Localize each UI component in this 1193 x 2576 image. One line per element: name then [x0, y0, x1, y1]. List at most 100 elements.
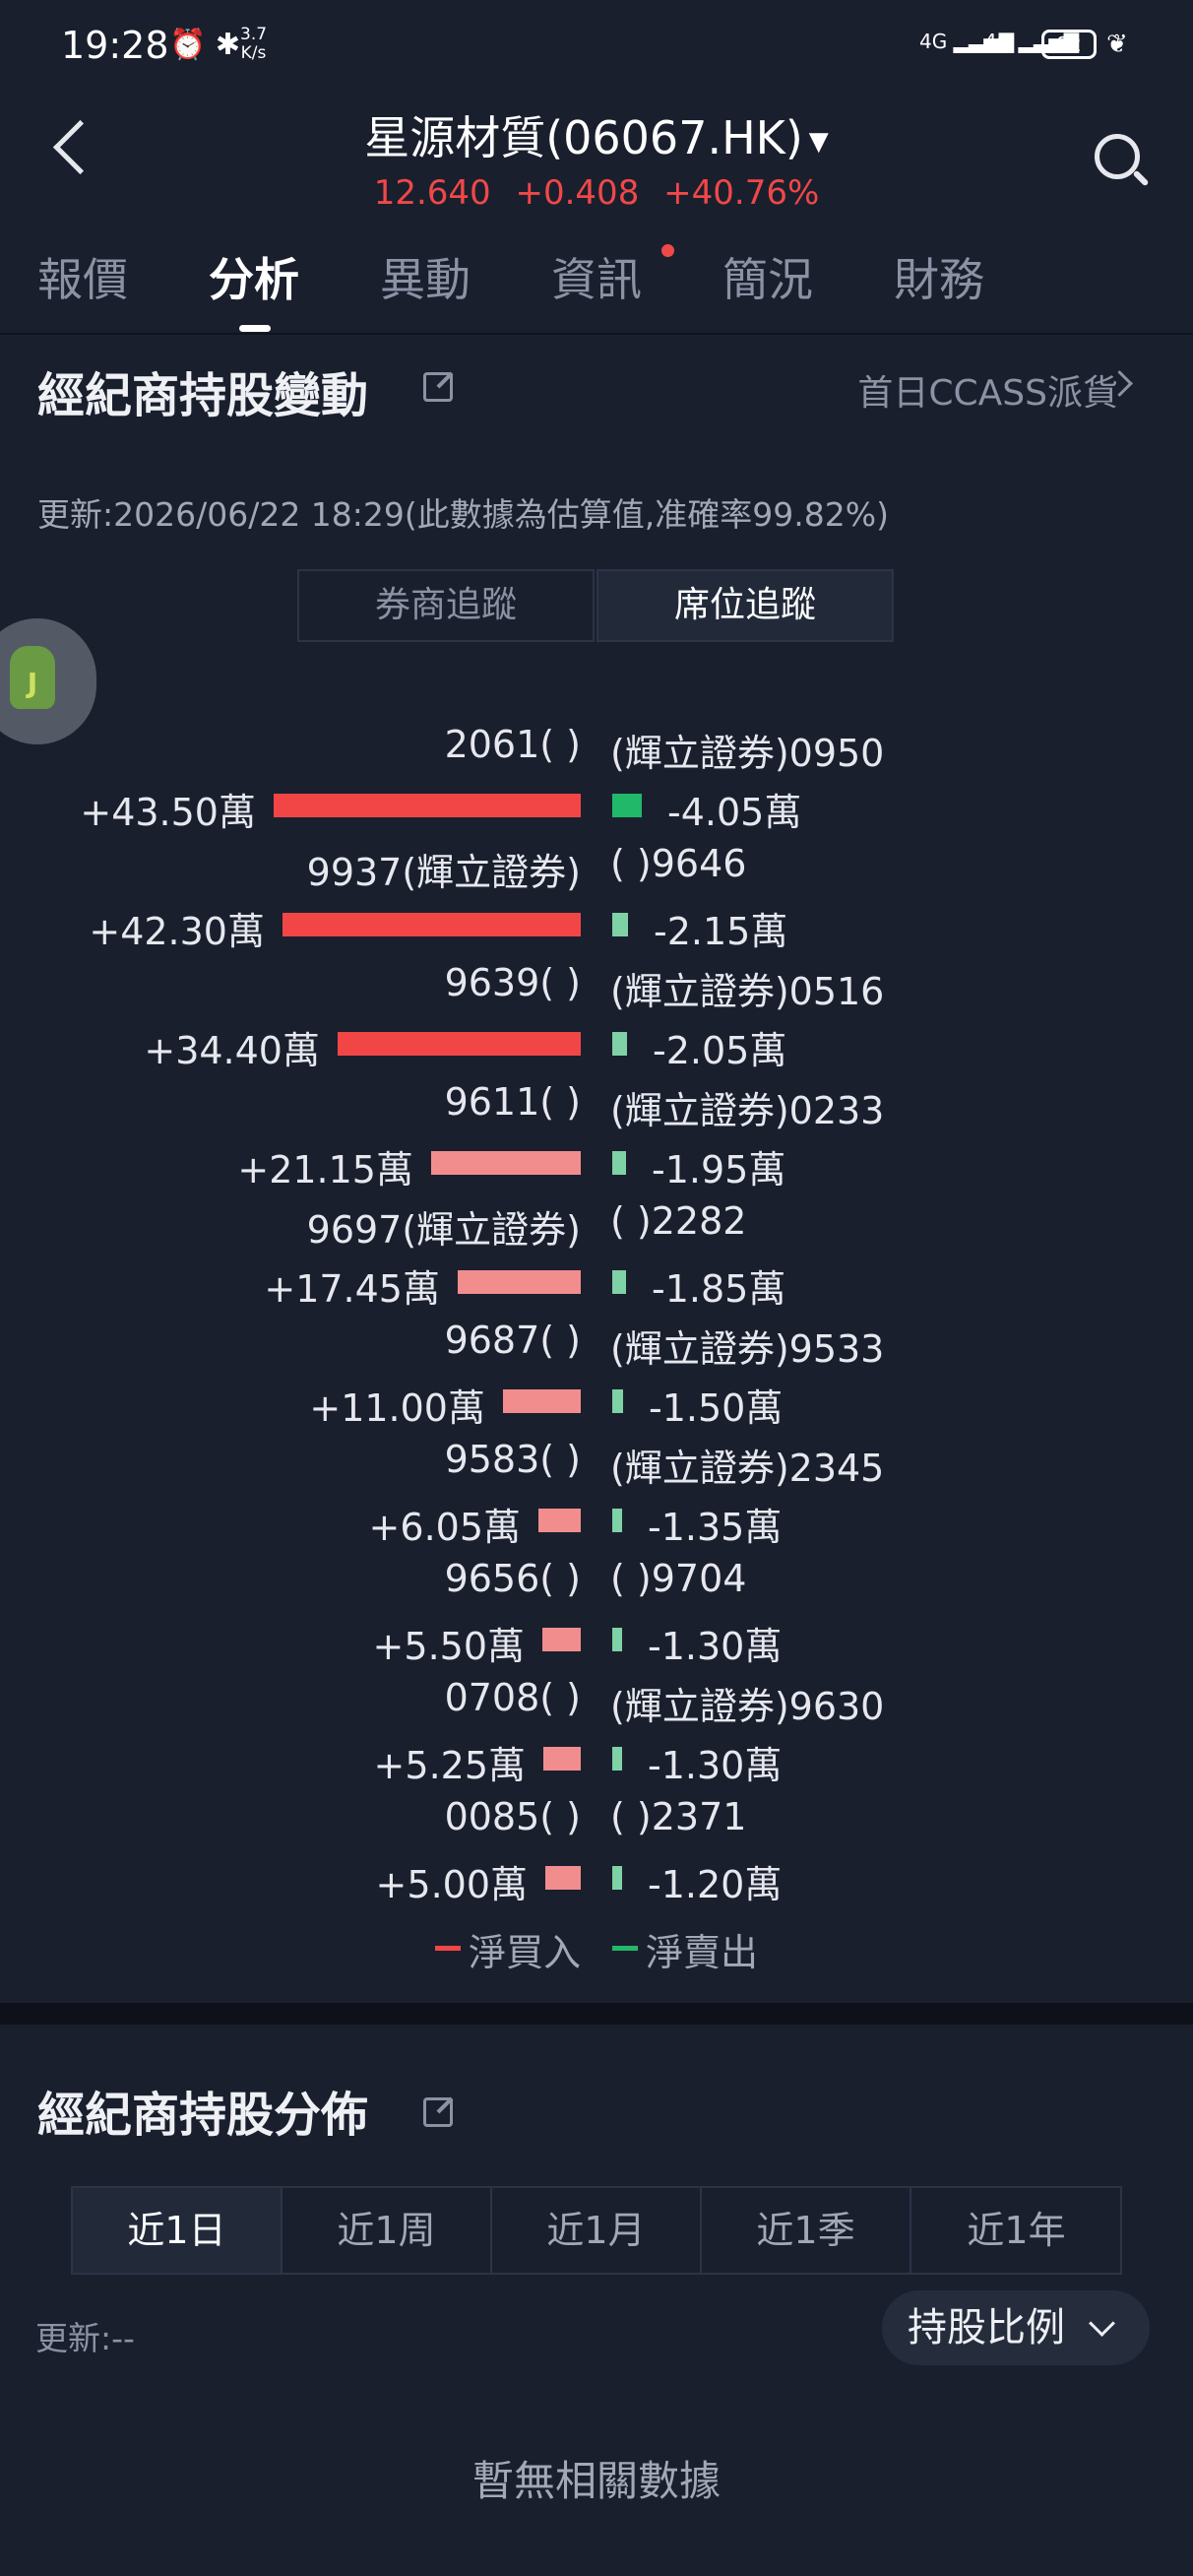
period-1d[interactable]: 近1日	[73, 2188, 283, 2273]
stock-quote: 12.640 +0.408 +40.76%	[0, 173, 1193, 213]
sell-broker-label[interactable]: (輝立證券)9630	[610, 1676, 884, 1730]
buy-bar	[458, 1270, 581, 1294]
buy-value: +11.00萬	[309, 1386, 485, 1430]
period-1m[interactable]: 近1月	[492, 2188, 702, 2273]
buy-value: +5.00萬	[375, 1863, 528, 1906]
status-bar: 19:28 ⏰ ✱ 3.7 K/s 4G ▂▃▅▇ 4G ▂▃▅▇ 92 ❦	[0, 0, 1193, 98]
sell-broker-label[interactable]: (輝立證券)9533	[610, 1319, 884, 1373]
tab-quote[interactable]: 報價	[37, 244, 128, 309]
legend-sell-label: 淨賣出	[646, 1931, 759, 1974]
sell-broker-label[interactable]: (輝立證券)0950	[610, 723, 884, 777]
stock-title[interactable]: 星源材質(06067.HK) ▼	[0, 102, 1193, 167]
network-speed: 3.7 K/s	[240, 26, 267, 63]
period-1w[interactable]: 近1周	[283, 2188, 492, 2273]
buy-broker-label[interactable]: 9937(輝立證券)	[0, 842, 581, 896]
active-tab-indicator	[239, 325, 271, 332]
sell-broker-label[interactable]: (輝立證券)2345	[610, 1438, 884, 1492]
battery-icon: 92	[1041, 30, 1097, 59]
period-selector: 近1日 近1周 近1月 近1季 近1年	[71, 2186, 1122, 2275]
buy-bar	[283, 913, 581, 936]
buy-broker-label[interactable]: 9687( )	[0, 1319, 581, 1362]
stock-title-text: 星源材質(06067.HK)	[364, 111, 803, 164]
buy-broker-label[interactable]: 0085( )	[0, 1795, 581, 1838]
sell-broker-label[interactable]: ( )9704	[610, 1557, 746, 1600]
tab-bar: 報價 分析 異動 資訊 簡況 財務	[0, 244, 1193, 333]
sell-value: -1.85萬	[652, 1267, 786, 1311]
buy-value: +34.40萬	[144, 1029, 320, 1072]
sell-value: -1.30萬	[648, 1625, 783, 1668]
buy-broker-label[interactable]: 9583( )	[0, 1438, 581, 1481]
sell-bar	[612, 1509, 622, 1532]
stock-change-pct: +40.76%	[663, 173, 820, 213]
sell-value: -2.15萬	[654, 910, 788, 953]
buy-bar	[503, 1389, 581, 1413]
buy-bar	[542, 1628, 581, 1651]
sell-bar	[612, 794, 642, 817]
tab-news[interactable]: 資訊	[551, 244, 642, 309]
sell-bar	[612, 1270, 626, 1294]
buy-value: +21.15萬	[237, 1148, 413, 1191]
sell-bar	[612, 1866, 622, 1890]
tab-movement[interactable]: 異動	[380, 244, 471, 309]
sell-bar	[612, 913, 628, 936]
sell-broker-label[interactable]: ( )9646	[610, 842, 746, 885]
distribution-update-time: 更新:--	[35, 2319, 135, 2357]
buy-broker-label[interactable]: 2061( )	[0, 723, 581, 766]
android-icon: J	[10, 646, 55, 709]
status-time: 19:28	[61, 24, 169, 67]
segment-seat-tracking[interactable]: 席位追蹤	[596, 569, 894, 642]
buy-broker-label[interactable]: 9697(輝立證券)	[0, 1199, 581, 1254]
caret-down-icon[interactable]: ▼	[809, 127, 829, 157]
buy-value: +5.25萬	[373, 1744, 526, 1787]
sell-broker-label[interactable]: ( )2371	[610, 1795, 746, 1838]
period-1q[interactable]: 近1季	[702, 2188, 911, 2273]
sell-broker-label[interactable]: (輝立證券)0233	[610, 1080, 884, 1134]
broker-change-title: 經紀商持股變動	[37, 368, 369, 423]
sell-bar	[612, 1389, 623, 1413]
broker-distribution-title: 經紀商持股分佈	[37, 2088, 369, 2143]
buy-broker-label[interactable]: 9656( )	[0, 1557, 581, 1600]
empty-state-text: 暫無相關數據	[471, 2457, 721, 2505]
buy-broker-label[interactable]: 9639( )	[0, 961, 581, 1004]
sell-bar	[612, 1747, 622, 1771]
buy-value: +6.05萬	[368, 1506, 521, 1549]
tab-financials[interactable]: 財務	[894, 244, 984, 309]
network-speed-unit: K/s	[240, 43, 267, 63]
period-1y[interactable]: 近1年	[911, 2188, 1121, 2273]
tab-profile[interactable]: 簡況	[722, 244, 813, 309]
buy-bar	[274, 794, 581, 817]
sell-value: -1.35萬	[648, 1506, 783, 1549]
sell-broker-label[interactable]: ( )2282	[610, 1199, 746, 1243]
buy-bar	[431, 1151, 581, 1175]
news-badge-dot	[661, 244, 674, 257]
sell-bar	[612, 1628, 622, 1651]
sell-value: -1.30萬	[648, 1744, 783, 1787]
metric-select-label: 持股比例	[908, 2305, 1065, 2351]
section-divider	[0, 2003, 1193, 2025]
buy-bar	[543, 1747, 581, 1771]
legend-buy-swatch	[435, 1946, 461, 1951]
legend-sell-swatch	[612, 1946, 638, 1951]
buy-broker-label[interactable]: 9611( )	[0, 1080, 581, 1124]
sell-broker-label[interactable]: (輝立證券)0516	[610, 961, 884, 1015]
sell-value: -2.05萬	[653, 1029, 787, 1072]
sell-value: -1.50萬	[649, 1386, 784, 1430]
sell-value: -1.95萬	[652, 1148, 786, 1191]
stock-price: 12.640	[373, 173, 491, 213]
tabs-divider	[0, 333, 1193, 335]
leaf-icon: ❦	[1106, 30, 1128, 59]
alarm-bluetooth-icon: ⏰ ✱	[169, 28, 241, 62]
network-speed-value: 3.7	[240, 25, 268, 44]
buy-broker-label[interactable]: 0708( )	[0, 1676, 581, 1719]
buy-value: +42.30萬	[89, 910, 265, 953]
update-time: 更新:2026/06/22 18:29(此數據為估算值,准確率99.82%)	[37, 495, 889, 534]
tab-analysis[interactable]: 分析	[209, 244, 299, 309]
segment-broker-tracking[interactable]: 券商追蹤	[297, 569, 595, 642]
buy-value: +17.45萬	[264, 1267, 440, 1311]
ccass-link[interactable]: 首日CCASS派貨	[857, 364, 1118, 416]
buy-bar	[338, 1032, 581, 1056]
legend-buy-label: 淨買入	[469, 1931, 582, 1974]
buy-bar	[538, 1509, 581, 1532]
buy-bar	[545, 1866, 581, 1890]
buy-value: +5.50萬	[372, 1625, 525, 1668]
